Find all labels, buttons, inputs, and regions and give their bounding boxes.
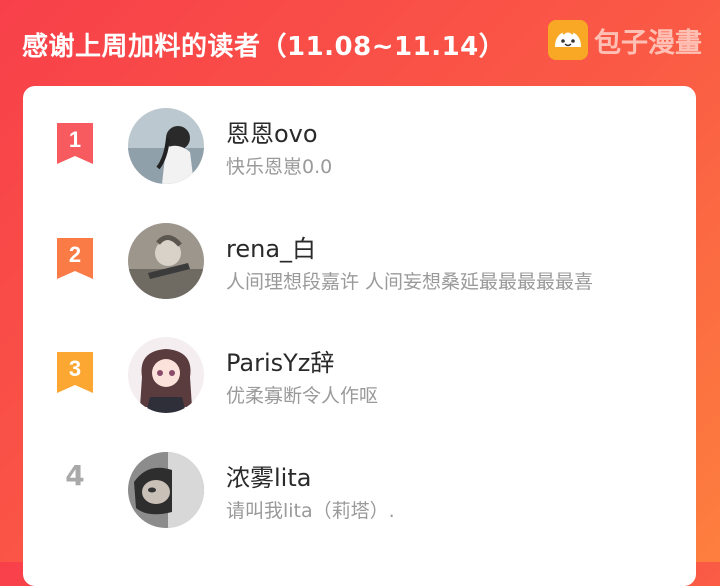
rank-badge-icon: 1	[53, 120, 97, 170]
reader-motto: 请叫我lita（莉塔）.	[226, 500, 395, 522]
reader-name: 恩恩ovo	[226, 120, 318, 148]
reader-motto: 快乐恩崽0.0	[226, 156, 333, 178]
avatar[interactable]	[128, 223, 204, 299]
list-item[interactable]: 4 浓雾lita 请叫我lita（莉塔）.	[23, 444, 696, 534]
rank-badge-icon: 3	[53, 349, 97, 399]
reader-list-card: 1 恩恩ovo 快乐恩崽0.0 2 rena_白 人间理想段嘉许 人间妄想桑延最…	[23, 86, 696, 586]
avatar[interactable]	[128, 337, 204, 413]
rank-number: 1	[69, 127, 81, 152]
reader-name: rena_白	[226, 235, 317, 263]
list-item[interactable]: 2 rena_白 人间理想段嘉许 人间妄想桑延最最最最最喜	[23, 215, 696, 305]
brand[interactable]: 包子漫畫	[548, 20, 702, 60]
rank-number: 4	[65, 459, 85, 492]
reader-name: ParisYz辞	[226, 349, 335, 377]
rank-badge-icon: 2	[53, 235, 97, 285]
brand-name: 包子漫畫	[594, 27, 702, 59]
rank-number: 3	[69, 356, 81, 381]
reader-motto: 优柔寡断令人作呕	[226, 385, 379, 407]
reader-motto: 人间理想段嘉许 人间妄想桑延最最最最最喜	[226, 271, 594, 293]
avatar[interactable]	[128, 452, 204, 528]
header: 感谢上周加料的读者（11.08~11.14） 包子漫畫	[0, 0, 720, 90]
avatar[interactable]	[128, 108, 204, 184]
rank-number: 2	[69, 242, 81, 267]
bun-logo-icon	[548, 20, 588, 60]
page-title: 感谢上周加料的读者（11.08~11.14）	[22, 32, 506, 62]
reader-name: 浓雾lita	[226, 464, 312, 492]
list-item[interactable]: 3 ParisYz辞 优柔寡断令人作呕	[23, 329, 696, 419]
list-item[interactable]: 1 恩恩ovo 快乐恩崽0.0	[23, 100, 696, 190]
